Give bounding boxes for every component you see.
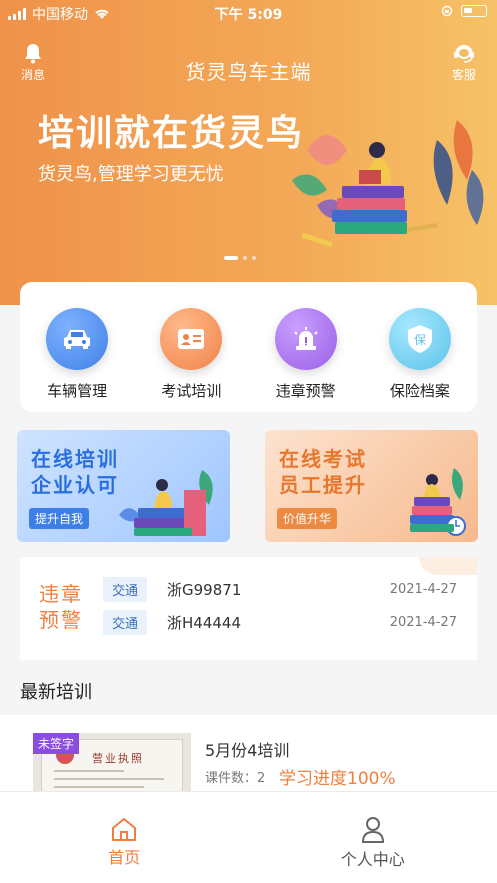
pager-dot-active[interactable]: [224, 256, 238, 260]
banner-subline: 货灵鸟,管理学习更无忧: [38, 164, 224, 185]
violation-label-line1: 违章: [39, 582, 83, 606]
violation-type-badge: 交通: [103, 609, 148, 635]
banner-pager: [224, 256, 256, 260]
violation-date: 2021-4-27: [389, 581, 457, 597]
text-line: [54, 770, 124, 772]
vehicle-management-label: 车辆管理: [47, 382, 108, 400]
pager-dot[interactable]: [243, 256, 247, 260]
violation-date: 2021-4-27: [389, 614, 457, 630]
banner-headline: 培训就在货灵鸟: [38, 113, 305, 154]
bottom-tab-bar: 首页 个人中心: [0, 791, 497, 883]
car-icon: [46, 308, 109, 370]
violation-row[interactable]: 交通 浙G99871 2021-4-27: [103, 576, 457, 602]
top-nav: 消息 货灵鸟车主端 客服: [0, 42, 497, 92]
page-title: 货灵鸟车主端: [185, 60, 312, 84]
insurance-archive-entry[interactable]: 保 保险档案: [370, 308, 470, 412]
tab-home-label: 首页: [108, 848, 141, 867]
person-icon: [361, 817, 384, 843]
study-progress: 学习进度100%: [279, 769, 396, 789]
headset-icon: [454, 45, 474, 63]
violation-panel-label: 违章 预警: [39, 581, 83, 633]
online-exam-promo[interactable]: 在线考试 员工提升 价值升华: [265, 430, 478, 542]
training-list-item[interactable]: 营业执照 未签字 5月份4培训 课件数：2 学习进度100%: [0, 715, 497, 795]
exam-training-label: 考试培训: [161, 382, 222, 400]
home-icon: [112, 818, 137, 841]
training-thumbnail: 营业执照 未签字: [33, 733, 191, 795]
reading-illustration: [292, 120, 484, 248]
text-line: [54, 778, 164, 780]
text-line: [54, 786, 144, 788]
hero-banner: 中国移动 下午 5:09 消息 货灵鸟车主端 客服 培训就在货灵鸟 货灵鸟,管理…: [0, 0, 497, 305]
promo-tag: 提升自我: [29, 508, 90, 529]
status-bar: 中国移动 下午 5:09: [0, 0, 497, 26]
service-label: 客服: [451, 68, 476, 82]
promo-title-line1: 在线培训: [31, 447, 119, 471]
exam-illustration: [410, 468, 466, 536]
violation-row[interactable]: 交通 浙H44444 2021-4-27: [103, 609, 457, 635]
customer-service-button[interactable]: 客服: [434, 42, 494, 83]
latest-training-title: 最新培训: [20, 682, 92, 703]
training-name: 5月份4培训: [205, 741, 290, 760]
pager-dot[interactable]: [252, 256, 256, 260]
exam-training-entry[interactable]: 考试培训: [141, 308, 241, 412]
promo-title-line2: 员工提升: [279, 473, 367, 497]
courseware-count: 课件数：2: [205, 771, 266, 786]
tab-profile-label: 个人中心: [340, 850, 405, 869]
promo-title: 在线培训 企业认可: [31, 446, 119, 498]
promo-title-line2: 企业认可: [31, 473, 119, 497]
violation-warning-entry[interactable]: 违章预警: [256, 308, 356, 412]
online-training-promo[interactable]: 在线培训 企业认可 提升自我: [17, 430, 230, 542]
tab-home[interactable]: 首页: [0, 792, 249, 883]
quick-entry-card: 车辆管理 考试培训 违章预警 保 保险档案: [20, 282, 477, 412]
promo-title-line1: 在线考试: [279, 447, 367, 471]
rotation-lock-icon: [441, 5, 453, 17]
license-heading: 营业执照: [92, 752, 144, 765]
panel-corner-decoration: [419, 557, 477, 575]
violation-label-line2: 预警: [39, 608, 83, 632]
violation-warning-panel: 违章 预警 交通 浙G99871 2021-4-27 交通 浙H44444 202…: [20, 557, 477, 660]
study-illustration: [119, 470, 213, 536]
id-card-icon: [160, 308, 223, 370]
shield-icon: 保: [388, 308, 451, 370]
siren-icon: [274, 308, 337, 370]
violation-warning-label: 违章预警: [275, 382, 336, 400]
tab-profile[interactable]: 个人中心: [249, 792, 497, 883]
license-plate: 浙G99871: [167, 580, 242, 599]
insurance-archive-label: 保险档案: [389, 382, 450, 400]
promo-title: 在线考试 员工提升: [279, 446, 367, 498]
clock: 下午 5:09: [214, 7, 283, 23]
unsigned-badge: 未签字: [33, 733, 80, 754]
vehicle-management-entry[interactable]: 车辆管理: [27, 308, 127, 412]
violation-type-badge: 交通: [103, 576, 148, 602]
license-plate: 浙H44444: [167, 613, 242, 632]
promo-tag: 价值升华: [277, 508, 338, 529]
insurance-badge-text: 保: [414, 333, 426, 347]
battery-icon: [461, 5, 487, 17]
